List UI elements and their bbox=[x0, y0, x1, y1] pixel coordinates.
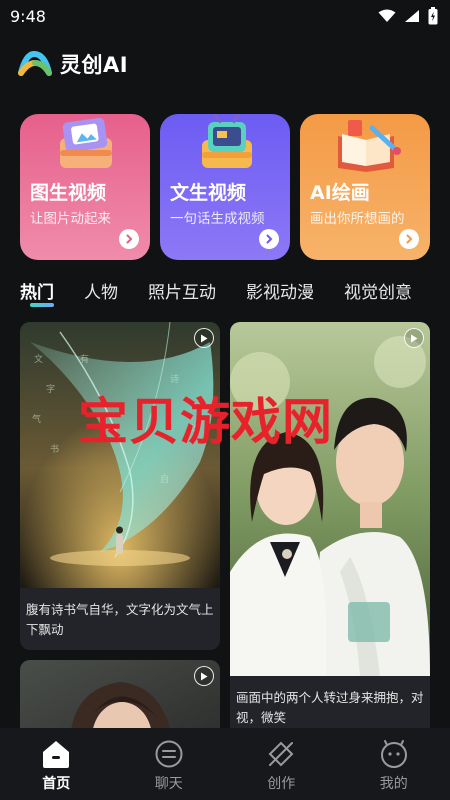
create-icon bbox=[268, 741, 294, 767]
nav-label: 我的 bbox=[379, 776, 408, 792]
tab-label: 影视动漫 bbox=[246, 283, 314, 303]
category-tabs: 热门 人物 照片互动 影视动漫 视觉创意 bbox=[0, 274, 450, 320]
tab-visual-creative[interactable]: 视觉创意 bbox=[344, 274, 412, 320]
svg-text:字: 字 bbox=[46, 383, 55, 395]
tv-box-icon bbox=[202, 114, 252, 168]
nav-home[interactable]: 首页 bbox=[16, 739, 96, 793]
app-title: 灵创AI bbox=[60, 53, 129, 77]
app-header: 灵创AI bbox=[0, 32, 450, 96]
feed-card[interactable] bbox=[20, 660, 220, 728]
tab-hot[interactable]: 热门 bbox=[20, 274, 54, 320]
feature-title: 图生视频 bbox=[30, 182, 107, 204]
feature-title: AI绘画 bbox=[310, 182, 370, 204]
photo-box-icon bbox=[60, 117, 112, 168]
tab-label: 照片互动 bbox=[148, 283, 216, 303]
tab-people[interactable]: 人物 bbox=[84, 274, 118, 320]
feed-caption: 腹有诗书气自华，文字化为文气上下飘动 bbox=[26, 602, 214, 637]
nav-chat[interactable]: 聊天 bbox=[129, 739, 209, 793]
tab-label: 视觉创意 bbox=[344, 283, 412, 303]
chevron-right-icon[interactable] bbox=[259, 229, 279, 249]
feed-column-left: 文字气 书 诗华 自 有 腹有诗书气自华，文字化为文气上下飘动 bbox=[20, 322, 220, 728]
feature-subtitle: 一句话生成视频 bbox=[170, 211, 265, 227]
app-logo-icon bbox=[18, 51, 52, 76]
book-brush-icon bbox=[338, 120, 401, 172]
feature-card-ai-painting[interactable]: AI绘画 画出你所想画的 bbox=[300, 114, 430, 260]
feature-title: 文生视频 bbox=[170, 182, 247, 204]
feed-caption: 画面中的两个人转过身来拥抱，对视，微笑 bbox=[236, 690, 424, 725]
play-icon[interactable] bbox=[194, 666, 214, 686]
battery-icon bbox=[428, 7, 438, 25]
status-time: 9:48 bbox=[10, 6, 46, 26]
video-thumbnail[interactable] bbox=[230, 322, 430, 680]
svg-text:诗: 诗 bbox=[170, 374, 179, 385]
nav-create[interactable]: 创作 bbox=[241, 739, 321, 793]
svg-text:文: 文 bbox=[34, 353, 43, 365]
nav-profile[interactable]: 我的 bbox=[354, 739, 434, 793]
tab-label: 人物 bbox=[84, 283, 118, 303]
home-icon bbox=[43, 741, 70, 768]
wifi-icon bbox=[378, 9, 396, 22]
nav-label: 创作 bbox=[267, 776, 296, 792]
tab-label: 热门 bbox=[20, 283, 54, 303]
chat-icon bbox=[155, 740, 183, 768]
video-feed: 文字气 书 诗华 自 有 腹有诗书气自华，文字化为文气上下飘动 画面中的两个人转过身… bbox=[20, 322, 430, 728]
profile-icon bbox=[380, 740, 407, 768]
video-thumbnail[interactable]: 文字气 书 诗华 自 有 bbox=[20, 322, 220, 592]
status-icons bbox=[378, 7, 438, 25]
feature-cards: 图生视频 让图片动起来 文生视频 一句话生成视频 AI绘画 画出你所想画的 bbox=[0, 96, 450, 260]
chevron-right-icon[interactable] bbox=[119, 229, 139, 249]
tab-photo-interaction[interactable]: 照片互动 bbox=[148, 274, 216, 320]
chevron-right-icon[interactable] bbox=[399, 229, 419, 249]
tab-film-anime[interactable]: 影视动漫 bbox=[246, 274, 314, 320]
nav-label: 聊天 bbox=[154, 776, 183, 792]
play-icon[interactable] bbox=[404, 328, 424, 348]
nav-label: 首页 bbox=[42, 776, 71, 792]
feature-subtitle: 让图片动起来 bbox=[30, 211, 111, 227]
feed-card[interactable]: 文字气 书 诗华 自 有 腹有诗书气自华，文字化为文气上下飘动 bbox=[20, 322, 220, 650]
svg-text:有: 有 bbox=[80, 353, 89, 365]
status-bar: 9:48 bbox=[0, 0, 450, 32]
bottom-nav: 首页 聊天 创作 我的 bbox=[0, 728, 450, 800]
feed-card[interactable]: 画面中的两个人转过身来拥抱，对视，微笑 bbox=[230, 322, 430, 728]
play-icon[interactable] bbox=[194, 328, 214, 348]
svg-text:华: 华 bbox=[190, 423, 199, 435]
signal-icon bbox=[405, 10, 419, 22]
feature-card-image-to-video[interactable]: 图生视频 让图片动起来 bbox=[20, 114, 150, 260]
svg-text:气: 气 bbox=[32, 413, 41, 425]
feature-subtitle: 画出你所想画的 bbox=[310, 211, 405, 227]
svg-text:书: 书 bbox=[50, 444, 59, 455]
feed-column-right: 画面中的两个人转过身来拥抱，对视，微笑 bbox=[230, 322, 430, 728]
tab-active-indicator bbox=[30, 303, 54, 307]
svg-text:自: 自 bbox=[160, 473, 169, 485]
video-thumbnail[interactable] bbox=[20, 660, 220, 728]
feature-card-text-to-video[interactable]: 文生视频 一句话生成视频 bbox=[160, 114, 290, 260]
